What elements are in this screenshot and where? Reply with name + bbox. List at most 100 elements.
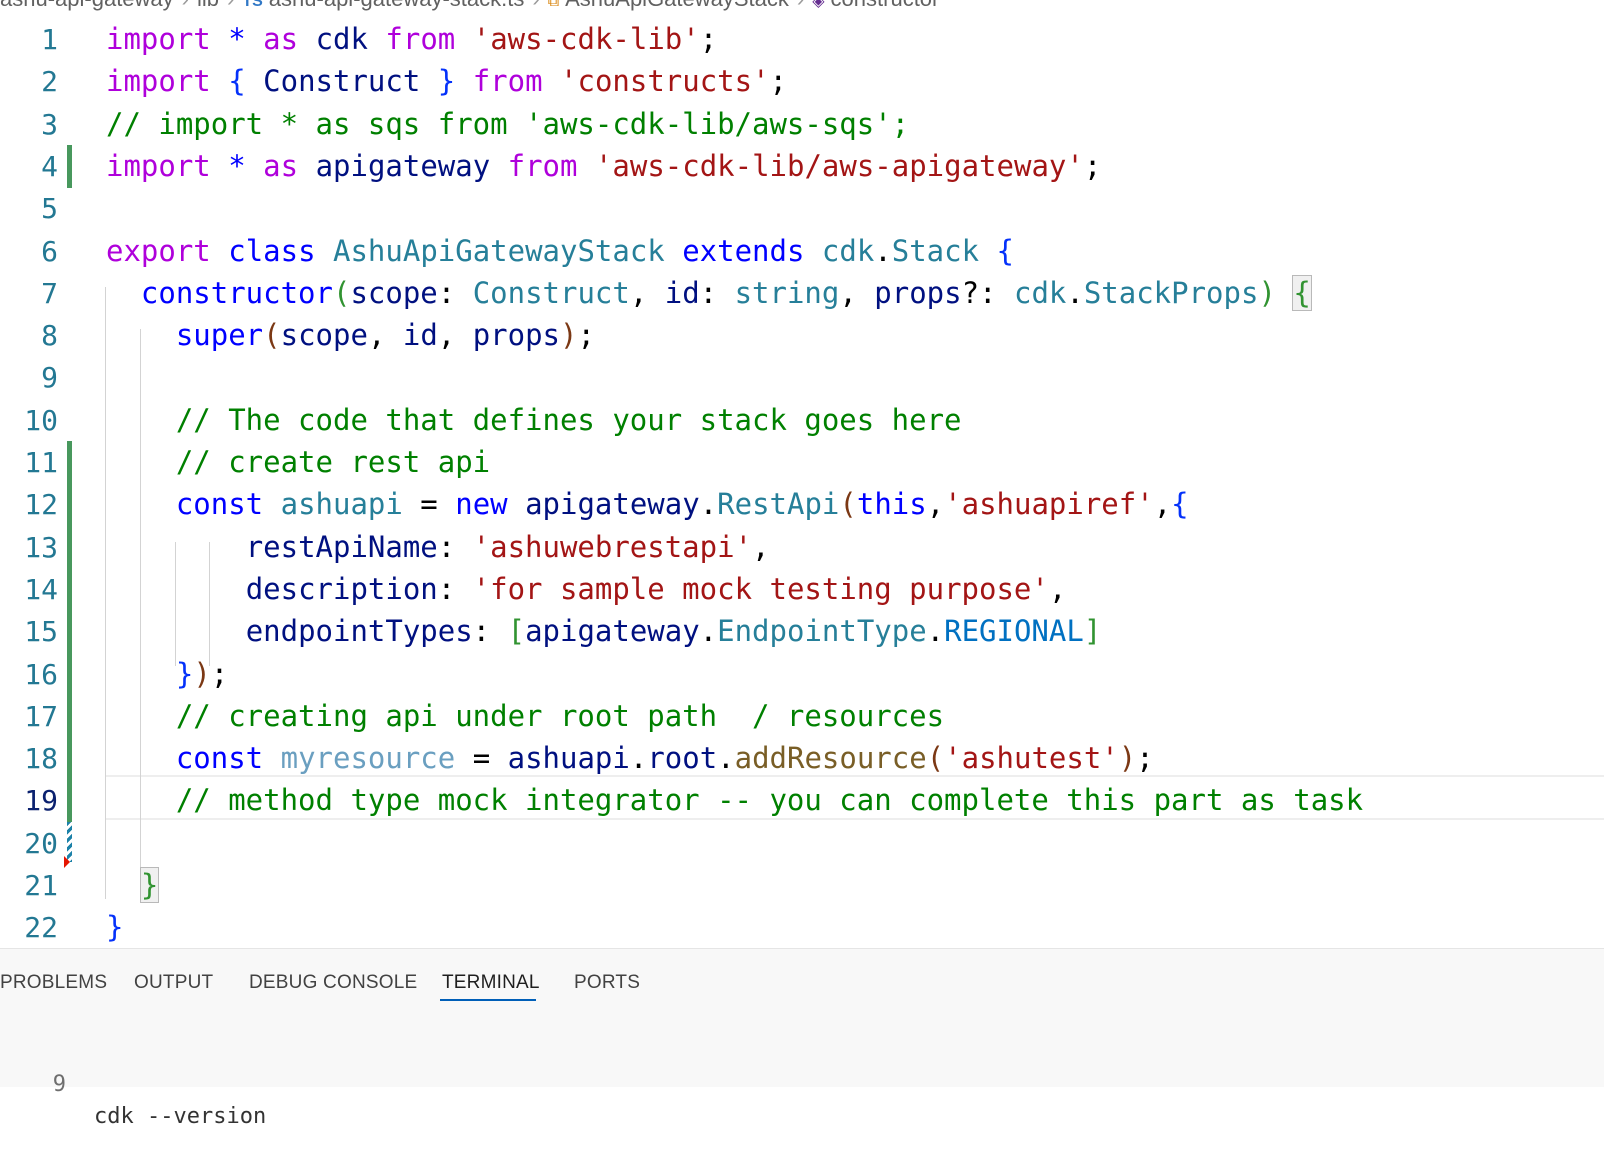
tab-debug-console[interactable]: DEBUG CONSOLE [249, 967, 417, 999]
code-token: extends [682, 233, 805, 268]
code-line[interactable]: 16 }); [0, 652, 1604, 696]
code-token: REGIONAL [944, 614, 1084, 649]
code-token: 'for sample mock testing purpose' [472, 571, 1049, 606]
code-line[interactable]: 15 endpointTypes: [apigateway.EndpointTy… [0, 610, 1604, 654]
gutter-modified-marker[interactable] [67, 441, 72, 484]
code-line[interactable]: 2 import { Construct } from 'constructs'; [0, 60, 1604, 103]
code-line[interactable]: 21 } [0, 864, 1604, 907]
breadcrumb-folder[interactable]: ashu-api-gateway [0, 0, 174, 12]
code-text: import * as apigateway from 'aws-cdk-lib… [106, 145, 1101, 188]
code-text: } [106, 906, 123, 949]
code-line[interactable]: 1 import * as cdk from 'aws-cdk-lib'; [0, 18, 1604, 61]
code-line[interactable]: 20 [0, 822, 1604, 865]
chevron-right-icon: › [532, 0, 539, 12]
code-line[interactable]: 6 export class AshuApiGatewayStack extend… [0, 230, 1604, 273]
gutter-modified-marker[interactable] [67, 652, 72, 696]
code-token: super [175, 318, 264, 353]
code-text: // creating api under root path / resour… [106, 695, 944, 738]
code-line[interactable]: 7 constructor(scope: Construct, id: stri… [0, 272, 1604, 315]
code-token: , [926, 487, 945, 522]
code-line[interactable]: 4 import * as apigateway from 'aws-cdk-li… [0, 144, 1604, 188]
code-token: cdk [821, 233, 875, 268]
code-line[interactable]: 3 // import * as sqs from 'aws-cdk-lib/aw… [0, 103, 1604, 146]
code-token: } [175, 656, 194, 691]
line-number: 15 [24, 615, 58, 649]
code-token: ashuapi [507, 741, 630, 776]
code-token: as [263, 22, 299, 56]
breadcrumb-subfolder[interactable]: lib [197, 0, 219, 12]
tab-terminal[interactable]: TERMINAL [442, 967, 540, 999]
gutter-modified-marker[interactable] [67, 610, 72, 654]
breadcrumb-class[interactable]: AshuApiGatewayStack [565, 0, 789, 12]
chevron-right-icon: › [182, 0, 189, 12]
code-line[interactable]: 9 [0, 356, 1604, 399]
code-token: props [472, 318, 561, 353]
code-token: . [699, 487, 718, 522]
code-token: AshuApiGatewayStack [333, 233, 665, 268]
code-text: }); [106, 653, 228, 696]
code-token: . [717, 741, 735, 776]
code-line[interactable]: 17 // creating api under root path / res… [0, 694, 1604, 738]
line-number: 10 [24, 403, 58, 437]
code-line[interactable]: 13 restApiName: 'ashuwebrestapi', [0, 525, 1604, 569]
code-text: description: 'for sample mock testing pu… [106, 568, 1067, 611]
code-token: scope [350, 275, 438, 310]
gutter-modified-marker[interactable] [67, 483, 72, 527]
code-token: string [734, 275, 840, 310]
code-line[interactable]: 5 [0, 187, 1604, 230]
gutter-modified-marker[interactable] [67, 737, 72, 781]
code-token: from [385, 22, 456, 56]
code-token: , [367, 318, 403, 353]
code-line[interactable]: 12 const ashuapi = new apigateway.RestAp… [0, 483, 1604, 527]
code-line[interactable]: 18 const myresource = ashuapi.root.addRe… [0, 737, 1604, 781]
code-line[interactable]: 19 // method type mock integrator -- you… [0, 779, 1604, 823]
gutter-modified-marker[interactable] [67, 694, 72, 738]
code-token: ( [926, 741, 945, 776]
tab-ports[interactable]: PORTS [574, 967, 640, 999]
code-line[interactable]: 22} [0, 906, 1604, 949]
code-token: . [699, 614, 718, 649]
code-token: : [437, 571, 473, 606]
code-editor[interactable]: 1 import * as cdk from 'aws-cdk-lib'; 2 imp… [0, 18, 1604, 970]
terminal-line-number: 9 [52, 1072, 66, 1097]
code-token: // creating api under root path / resour… [175, 698, 945, 733]
code-token: apigateway [315, 148, 491, 183]
code-token: , [1153, 487, 1172, 522]
code-token: scope [280, 318, 368, 353]
tab-problems[interactable]: PROBLEMS [0, 967, 107, 999]
line-number: 20 [24, 826, 58, 860]
code-token: import [106, 22, 211, 56]
code-line[interactable]: 11 // create rest api [0, 441, 1604, 484]
code-text: export class AshuApiGatewayStack extends… [106, 230, 1014, 273]
tab-output[interactable]: OUTPUT [134, 967, 213, 999]
code-token: props [874, 275, 962, 310]
code-text: // method type mock integrator -- you ca… [106, 779, 1363, 822]
gutter-modified-marker[interactable] [67, 525, 72, 569]
gutter-modified-marker[interactable] [67, 144, 72, 188]
code-token: 'ashutest' [944, 741, 1119, 776]
code-token: from [472, 64, 543, 99]
gutter-modified-marker[interactable] [67, 567, 72, 611]
code-token: new [455, 487, 508, 522]
breadcrumb-file[interactable]: ashu-api-gateway-stack.ts [269, 0, 525, 12]
gutter-modified-marker[interactable] [67, 779, 72, 823]
terminal-line[interactable]: 9 cdk --version [0, 1037, 1604, 1129]
code-token: // import * as sqs from 'aws-cdk-lib/aws… [106, 106, 910, 141]
code-line[interactable]: 8 super(scope, id, props); [0, 314, 1604, 357]
line-number: 19 [24, 784, 58, 818]
code-line[interactable]: 10 // The code that defines your stack g… [0, 399, 1604, 442]
class-symbol-icon: ⧉ [547, 0, 560, 10]
breadcrumb-member[interactable]: constructor [831, 0, 940, 12]
code-token: import [106, 148, 211, 183]
line-number: 3 [41, 107, 58, 141]
code-line[interactable]: 14 description: 'for sample mock testing… [0, 567, 1604, 611]
